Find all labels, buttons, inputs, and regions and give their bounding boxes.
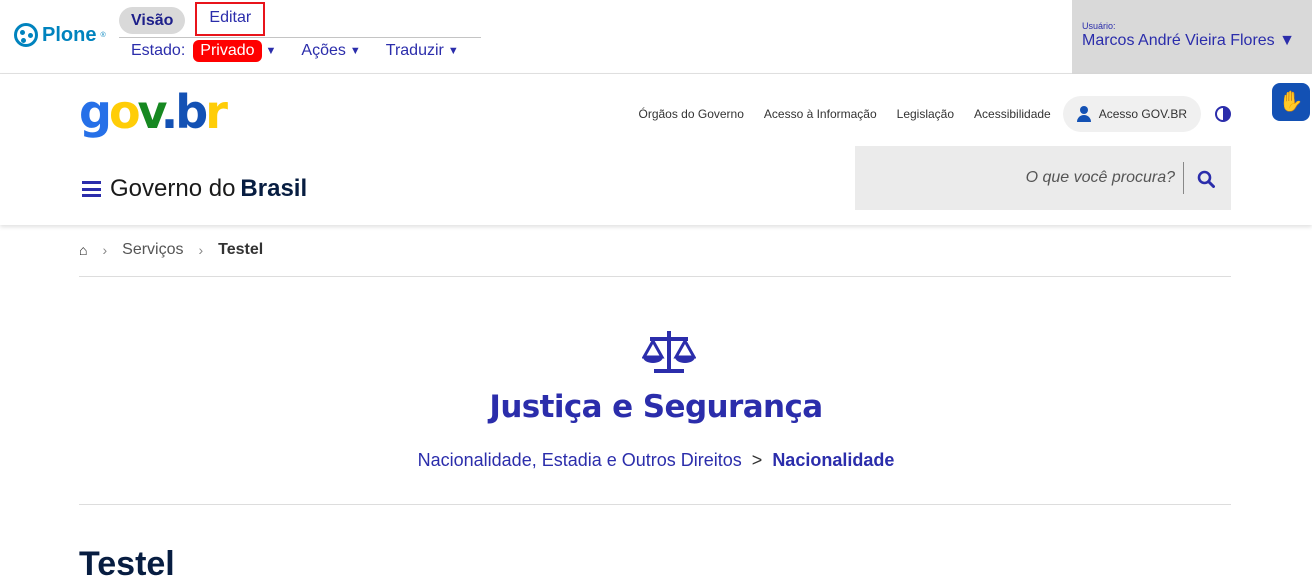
breadcrumb-item-servicos[interactable]: Serviços [122,241,183,259]
govbr-logo[interactable]: gov.br [79,86,228,138]
caret-down-icon: ▼ [265,45,277,57]
top-links: Órgãos do Governo Acesso à Informação Le… [639,96,1231,132]
state-label: Estado: [131,42,186,59]
search-field[interactable]: O que você procura? [855,146,1231,210]
divider [79,504,1231,505]
link-orgaos[interactable]: Órgãos do Governo [639,107,744,121]
breadcrumb-item-current: Testel [218,241,264,258]
user-label: Usuário: [1082,21,1116,31]
user-icon [1076,106,1091,122]
category-parent-link[interactable]: Nacionalidade, Estadia e Outros Direitos [418,450,742,470]
divider [79,276,1231,277]
category-breadcrumb: Nacionalidade, Estadia e Outros Direitos… [0,450,1312,471]
actions-menu[interactable]: Ações ▼ [301,42,360,60]
state-menu[interactable]: Estado: Privado ▼ [131,40,276,62]
tab-view[interactable]: Visão [119,7,186,34]
login-label: Acesso GOV.BR [1098,107,1187,121]
page-title: Testel [79,545,175,583]
contrast-icon[interactable] [1215,106,1231,122]
tab-edit[interactable]: Editar [195,2,266,36]
category-current: Nacionalidade [772,450,895,470]
link-legislacao[interactable]: Legislação [897,107,954,121]
breadcrumb: ⌂ › Serviços › Testel [79,241,263,259]
caret-down-icon: ▼ [349,45,361,57]
caret-down-icon: ▼ [447,45,459,57]
breadcrumb-separator: › [198,242,204,258]
menu-icon[interactable] [82,181,101,197]
link-acessibilidade[interactable]: Acessibilidade [974,107,1051,121]
actions-label: Ações [301,42,346,59]
plone-logo-icon [14,23,38,47]
link-acesso-informacao[interactable]: Acesso à Informação [764,107,877,121]
plone-actions-menu: Estado: Privado ▼ Ações ▼ Traduzir ▼ [131,40,484,62]
plone-logo-text: Plone [42,23,97,46]
state-badge: Privado [193,40,262,62]
site-header: gov.br Órgãos do Governo Acesso à Inform… [0,74,1312,225]
breadcrumb-separator: › [102,242,108,258]
login-button[interactable]: Acesso GOV.BR [1062,96,1201,132]
site-title[interactable]: Governo do Brasil [82,175,307,203]
user-name: Marcos André Vieira Flores ▼ [1082,32,1295,49]
sign-language-icon[interactable]: ✋ [1272,83,1310,121]
plone-toolbar: Plone ® Visão Editar Estado: Privado ▼ Aç… [0,0,1312,74]
plone-logo[interactable]: Plone ® [14,23,106,47]
site-title-bold: Brasil [240,175,308,202]
home-icon[interactable]: ⌂ [79,242,87,258]
translate-label: Traduzir [385,42,444,59]
user-menu[interactable]: Usuário: Marcos André Vieira Flores ▼ [1072,0,1312,74]
search-placeholder: O que você procura? [1025,169,1175,186]
translate-menu[interactable]: Traduzir ▼ [386,42,459,60]
scale-icon [642,331,696,373]
search-divider [1183,162,1184,194]
category-crumb-separator: > [751,450,763,470]
category-title: Justiça e Segurança [489,389,823,425]
search-icon[interactable] [1197,170,1215,188]
view-edit-tabs: Visão Editar [119,2,481,38]
site-title-prefix: Governo do [110,175,236,202]
